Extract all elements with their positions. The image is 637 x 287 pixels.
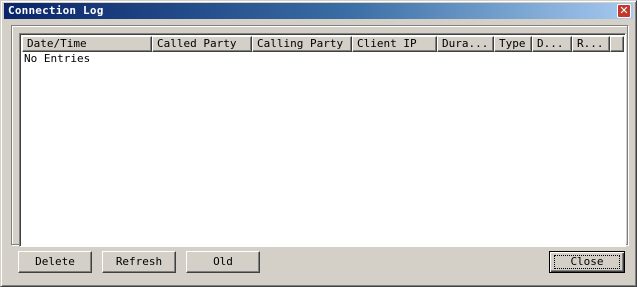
connection-log-window: Connection Log ✕ Date/Time Called Party … — [0, 0, 637, 287]
close-button-label: Close — [570, 255, 604, 268]
delete-button[interactable]: Delete — [18, 251, 92, 273]
column-header-filler — [610, 36, 624, 52]
column-header-calling-party[interactable]: Calling Party — [252, 36, 352, 52]
refresh-button[interactable]: Refresh — [102, 251, 176, 273]
column-header-called-party[interactable]: Called Party — [152, 36, 252, 52]
close-icon[interactable]: ✕ — [617, 4, 631, 18]
column-header-r[interactable]: R... — [572, 36, 610, 52]
column-header-duration[interactable]: Dura... — [437, 36, 494, 52]
column-header-date-time[interactable]: Date/Time — [22, 36, 152, 52]
window-title: Connection Log — [8, 4, 104, 17]
list-header: Date/Time Called Party Calling Party Cli… — [22, 36, 624, 52]
title-bar[interactable]: Connection Log ✕ — [4, 3, 633, 19]
column-header-client-ip[interactable]: Client IP — [352, 36, 437, 52]
column-header-type[interactable]: Type — [494, 36, 532, 52]
old-button[interactable]: Old — [186, 251, 260, 273]
close-button[interactable]: Close — [549, 251, 625, 273]
connection-log-list[interactable]: Date/Time Called Party Calling Party Cli… — [19, 33, 626, 247]
column-header-d[interactable]: D... — [532, 36, 572, 52]
empty-list-message: No Entries — [24, 52, 91, 65]
